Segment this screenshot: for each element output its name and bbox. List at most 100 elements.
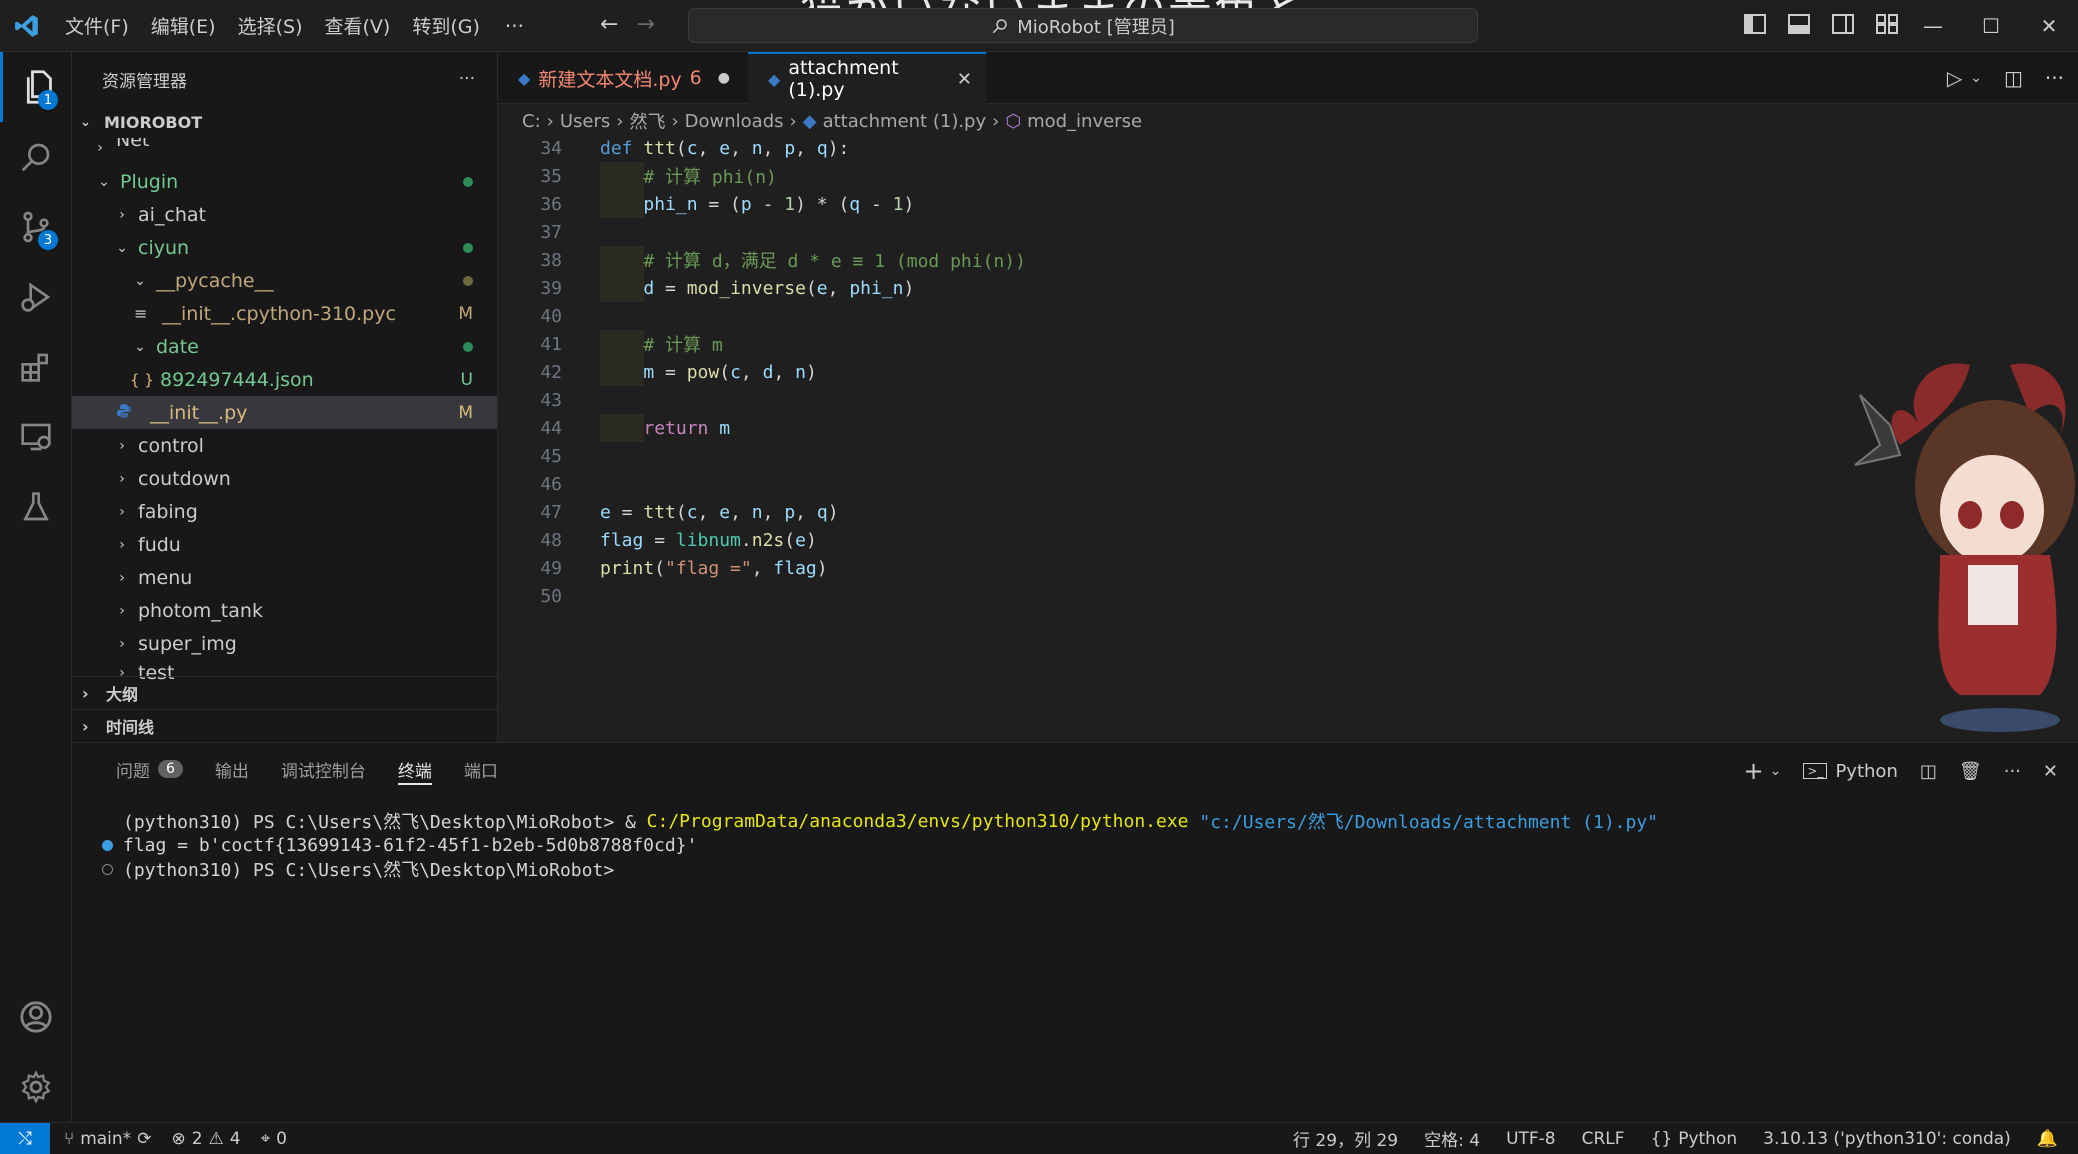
- split-terminal-icon[interactable]: ◫: [1920, 761, 1937, 782]
- chevron-down-icon: ⌄: [98, 173, 110, 190]
- chevron-right-icon: ›: [119, 470, 125, 487]
- eol-setting[interactable]: CRLF: [1582, 1129, 1625, 1149]
- chevron-right-icon: ›: [671, 110, 679, 132]
- tree-item-menu[interactable]: › menu: [72, 561, 497, 594]
- menu-edit[interactable]: 编辑(E): [140, 12, 227, 39]
- unsaved-dot-icon[interactable]: ●: [718, 70, 730, 86]
- sync-icon[interactable]: ⟳: [137, 1129, 151, 1149]
- terminal-shell-selector[interactable]: >_ Python: [1803, 761, 1898, 782]
- ports-status-item[interactable]: ⌖ 0: [261, 1129, 287, 1149]
- chevron-down-icon[interactable]: ⌄: [1770, 763, 1782, 779]
- menu-selection[interactable]: 选择(S): [227, 12, 314, 39]
- breadcrumb-item[interactable]: Users: [560, 111, 610, 132]
- tree-item-ai-chat[interactable]: › ai_chat: [72, 198, 497, 231]
- close-window-icon[interactable]: ✕: [2020, 0, 2078, 52]
- toggle-primary-sidebar-icon[interactable]: [1744, 14, 1766, 34]
- tab-debug-console[interactable]: 调试控制台: [265, 743, 382, 795]
- tab-ports[interactable]: 端口: [448, 743, 514, 795]
- git-branch-item[interactable]: ⑂ main* ⟳: [64, 1129, 151, 1149]
- breadcrumb-item[interactable]: Downloads: [685, 111, 784, 132]
- function-cube-icon: ⬡: [1005, 110, 1022, 132]
- chevron-down-icon: ⌄: [134, 338, 146, 355]
- language-mode[interactable]: {} Python: [1651, 1129, 1738, 1149]
- tree-item-super-img[interactable]: › super_img: [72, 627, 497, 660]
- outline-section[interactable]: › 大纲: [72, 676, 497, 709]
- tab-problems[interactable]: 问题 6: [100, 743, 199, 795]
- source-control-icon[interactable]: 3: [0, 192, 72, 262]
- close-tab-icon[interactable]: ✕: [957, 69, 972, 90]
- minimize-icon[interactable]: —: [1904, 0, 1962, 52]
- tree-item-fabing[interactable]: › fabing: [72, 495, 497, 528]
- explorer-badge: 1: [38, 90, 58, 110]
- terminal-line: (python310) PS C:\Users\然飞\Desktop\MioRo…: [102, 857, 1658, 881]
- run-python-file-icon[interactable]: ▷: [1947, 66, 1962, 90]
- menu-file[interactable]: 文件(F): [54, 12, 140, 39]
- tree-item-control[interactable]: › control: [72, 429, 497, 462]
- vscode-logo-icon: [0, 0, 54, 52]
- problems-status-item[interactable]: ⊗ 2 ⚠ 4: [171, 1129, 240, 1149]
- tree-item-date[interactable]: ⌄ date: [72, 330, 497, 363]
- cursor-position[interactable]: 行 29，列 29: [1293, 1126, 1398, 1151]
- breadcrumb-item[interactable]: C:: [522, 111, 541, 132]
- workspace-root[interactable]: ⌄ MIOROBOT: [72, 106, 497, 138]
- code-line: 35 # 计算 phi(n): [498, 162, 2058, 190]
- tab-new-text-doc[interactable]: ◆ 新建文本文档.py 6 ●: [498, 52, 748, 104]
- encoding-setting[interactable]: UTF-8: [1506, 1129, 1556, 1149]
- tree-item-net[interactable]: › Net: [72, 138, 497, 158]
- more-actions-icon[interactable]: ···: [2045, 66, 2064, 90]
- tree-item-pycache[interactable]: ⌄ __pycache__: [72, 264, 497, 297]
- toggle-panel-icon[interactable]: [1788, 14, 1810, 34]
- settings-gear-icon[interactable]: [0, 1052, 72, 1122]
- account-icon[interactable]: [0, 982, 72, 1052]
- tab-attachment[interactable]: ◆ attachment (1).py ✕: [748, 52, 986, 104]
- tree-item-json[interactable]: { } 892497444.json U: [72, 363, 497, 396]
- explorer-more-button[interactable]: ···: [459, 69, 475, 89]
- tree-item-init-pyc[interactable]: ≡ __init__.cpython-310.pyc M: [72, 297, 497, 330]
- chevron-right-icon: ›: [97, 140, 103, 156]
- terminal-output[interactable]: (python310) PS C:\Users\然飞\Desktop\MioRo…: [102, 809, 1658, 881]
- remote-indicator-icon[interactable]: ⤭: [0, 1122, 50, 1154]
- testing-flask-icon[interactable]: [0, 472, 72, 542]
- split-editor-icon[interactable]: ◫: [2004, 66, 2023, 90]
- search-view-icon[interactable]: [0, 122, 72, 192]
- remote-explorer-icon[interactable]: [0, 402, 72, 472]
- maximize-icon[interactable]: ☐: [1962, 0, 2020, 52]
- tree-item-plugin[interactable]: ⌄ Plugin: [72, 165, 497, 198]
- breadcrumb-item[interactable]: attachment (1).py: [823, 111, 987, 132]
- run-debug-icon[interactable]: [0, 262, 72, 332]
- tree-item-photom-tank[interactable]: › photom_tank: [72, 594, 497, 627]
- close-panel-icon[interactable]: ✕: [2043, 761, 2058, 782]
- python-interpreter[interactable]: 3.10.13 ('python310': conda): [1763, 1129, 2011, 1149]
- new-terminal-plus-icon[interactable]: +: [1744, 757, 1764, 785]
- breadcrumb-item[interactable]: mod_inverse: [1027, 111, 1142, 132]
- chevron-right-icon: ›: [789, 110, 797, 132]
- tree-item-coutdown[interactable]: › coutdown: [72, 462, 497, 495]
- more-actions-icon[interactable]: ···: [2004, 761, 2021, 782]
- command-center-search[interactable]: MioRobot [管理员]: [688, 8, 1478, 43]
- indentation-setting[interactable]: 空格: 4: [1424, 1126, 1480, 1151]
- menu-go[interactable]: 转到(G): [401, 12, 491, 39]
- breadcrumb-item[interactable]: 然飞: [629, 108, 665, 134]
- git-status-dot: [463, 271, 473, 291]
- menu-more-button[interactable]: ···: [491, 14, 538, 38]
- customize-layout-icon[interactable]: [1876, 14, 1898, 34]
- timeline-section[interactable]: › 时间线: [72, 709, 497, 742]
- code-line: 39 d = mod_inverse(e, phi_n): [498, 274, 2058, 302]
- menu-view[interactable]: 查看(V): [314, 12, 402, 39]
- chevron-down-icon: ⌄: [80, 114, 91, 130]
- notifications-bell-icon[interactable]: 🔔: [2037, 1129, 2058, 1149]
- tree-item-ciyun[interactable]: ⌄ ciyun: [72, 231, 497, 264]
- trash-icon[interactable]: 🗑: [1959, 761, 1982, 782]
- tab-output[interactable]: 输出: [199, 743, 265, 795]
- toggle-secondary-sidebar-icon[interactable]: [1832, 14, 1854, 34]
- chevron-down-icon[interactable]: ⌄: [1970, 70, 1982, 90]
- tree-item-fudu[interactable]: › fudu: [72, 528, 497, 561]
- tree-item-init-py[interactable]: __init__.py M: [72, 396, 497, 429]
- extensions-icon[interactable]: [0, 332, 72, 402]
- forward-arrow-icon[interactable]: →: [636, 12, 654, 37]
- tab-terminal[interactable]: 终端: [382, 743, 448, 795]
- git-status-dot: [463, 337, 473, 357]
- back-arrow-icon[interactable]: ←: [600, 12, 618, 37]
- explorer-icon[interactable]: 1: [0, 52, 72, 122]
- tab-problem-count: 6: [689, 67, 702, 89]
